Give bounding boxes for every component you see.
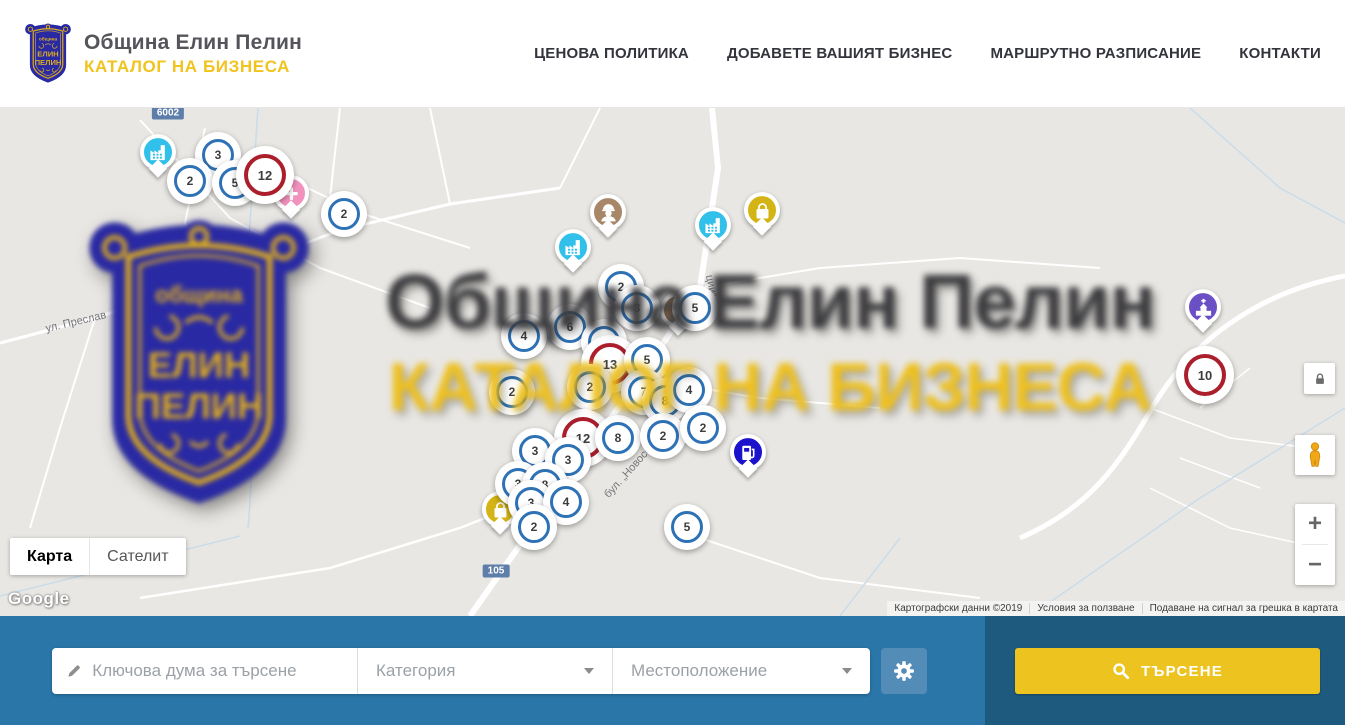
search-button-label: ТЪРСЕНЕ bbox=[1141, 663, 1223, 680]
cluster-marker[interactable]: 2 bbox=[321, 191, 367, 237]
map-canvas[interactable]: 3251222356471352278412822333834251060021… bbox=[0, 108, 1345, 616]
municipality-crest-icon: община ЕЛИН ПЕЛИН bbox=[24, 23, 72, 84]
logo-text: Община Елин Пелин КАТАЛОГ НА БИЗНЕСА bbox=[84, 31, 302, 77]
worker-pin[interactable] bbox=[590, 194, 626, 230]
pencil-icon bbox=[66, 662, 82, 680]
cluster-marker[interactable]: 2 bbox=[567, 364, 613, 410]
map-type-map-button[interactable]: Карта bbox=[10, 538, 89, 575]
keyword-search-input[interactable] bbox=[92, 661, 345, 681]
cluster-count: 4 bbox=[673, 374, 705, 406]
chevron-down-icon bbox=[842, 668, 852, 674]
nav-item-transport-schedule[interactable]: МАРШРУТНО РАЗПИСАНИЕ bbox=[990, 45, 1201, 62]
cluster-count: 5 bbox=[671, 511, 703, 543]
site-title: Община Елин Пелин bbox=[84, 31, 302, 55]
cluster-marker[interactable]: 12 bbox=[236, 146, 294, 204]
zoom-control: + − bbox=[1295, 504, 1335, 585]
map-type-satellite-button[interactable]: Сателит bbox=[89, 538, 185, 575]
factory-pin[interactable] bbox=[555, 229, 591, 265]
cluster-marker[interactable]: 10 bbox=[1176, 346, 1234, 404]
cluster-marker[interactable]: 5 bbox=[672, 285, 718, 331]
cluster-count: 2 bbox=[518, 511, 550, 543]
road-shield-label: 105 bbox=[483, 565, 510, 578]
cluster-count: 4 bbox=[508, 320, 540, 352]
cluster-marker[interactable]: 5 bbox=[664, 504, 710, 550]
bag-pin[interactable] bbox=[744, 192, 780, 228]
cluster-marker[interactable]: 2 bbox=[511, 504, 557, 550]
lock-icon bbox=[1313, 372, 1327, 386]
cluster-count: 2 bbox=[328, 198, 360, 230]
gear-icon bbox=[893, 660, 915, 682]
cluster-marker[interactable]: 3 bbox=[614, 285, 660, 331]
nav-item-add-business[interactable]: ДОБАВЕТЕ ВАШИЯТ БИЗНЕС bbox=[727, 45, 952, 62]
cluster-count: 3 bbox=[621, 292, 653, 324]
street-name-label: ул. Преслав bbox=[44, 309, 107, 335]
map-attribution: Картографски данни ©2019 Условия за полз… bbox=[887, 601, 1345, 616]
cluster-marker[interactable]: 2 bbox=[680, 405, 726, 451]
page: община ЕЛИН ПЕЛИН Община Елин Пелин КАТА… bbox=[0, 0, 1345, 725]
zoom-out-button[interactable]: − bbox=[1295, 545, 1335, 585]
cluster-count: 5 bbox=[679, 292, 711, 324]
crest-text-line2: ПЕЛИН bbox=[35, 58, 62, 67]
cluster-count: 2 bbox=[574, 371, 606, 403]
pegman-icon bbox=[1304, 442, 1326, 468]
cluster-count: 2 bbox=[174, 165, 206, 197]
site-logo[interactable]: община ЕЛИН ПЕЛИН Община Елин Пелин КАТА… bbox=[24, 23, 302, 84]
attribution-copyright: Картографски данни ©2019 bbox=[887, 603, 1029, 614]
main-nav: ЦЕНОВА ПОЛИТИКА ДОБАВЕТЕ ВАШИЯТ БИЗНЕС М… bbox=[534, 45, 1321, 62]
cluster-count: 8 bbox=[602, 422, 634, 454]
header: община ЕЛИН ПЕЛИН Община Елин Пелин КАТА… bbox=[0, 0, 1345, 108]
search-button[interactable]: ТЪРСЕНЕ bbox=[1015, 648, 1320, 694]
cluster-count: 12 bbox=[244, 154, 286, 196]
search-icon bbox=[1112, 662, 1130, 680]
factory-pin[interactable] bbox=[695, 207, 731, 243]
cluster-marker[interactable]: 2 bbox=[640, 413, 686, 459]
nav-item-contacts[interactable]: КОНТАКТИ bbox=[1239, 45, 1321, 62]
road-shield-label: 6002 bbox=[152, 108, 184, 120]
search-bar: Категория Местоположение bbox=[0, 616, 1345, 725]
category-select-value: Категория bbox=[376, 661, 455, 681]
church-pin[interactable] bbox=[1185, 289, 1221, 325]
crest-text-line1: ЕЛИН bbox=[37, 49, 58, 58]
attribution-report-link[interactable]: Подаване на сигнал за грешка в картата bbox=[1142, 603, 1345, 614]
pegman-button[interactable] bbox=[1295, 435, 1335, 475]
map-type-control: Карта Сателит bbox=[10, 538, 186, 575]
map-markers: 3251222356471352278412822333834251060021… bbox=[0, 108, 1345, 616]
cluster-count: 2 bbox=[647, 420, 679, 452]
attribution-terms-link[interactable]: Условия за ползване bbox=[1029, 603, 1141, 614]
factory-pin[interactable] bbox=[140, 134, 176, 170]
zoom-in-button[interactable]: + bbox=[1295, 504, 1335, 544]
cluster-count: 10 bbox=[1184, 354, 1226, 396]
search-fields: Категория Местоположение bbox=[52, 648, 870, 694]
cluster-marker[interactable]: 4 bbox=[501, 313, 547, 359]
cluster-marker[interactable]: 2 bbox=[489, 369, 535, 415]
cluster-count: 2 bbox=[687, 412, 719, 444]
site-subtitle: КАТАЛОГ НА БИЗНЕСА bbox=[84, 57, 302, 77]
category-select[interactable]: Категория bbox=[357, 648, 612, 694]
advanced-settings-button[interactable] bbox=[881, 648, 927, 694]
keyword-section bbox=[52, 648, 357, 694]
cluster-marker[interactable]: 8 bbox=[595, 415, 641, 461]
cluster-count: 4 bbox=[550, 486, 582, 518]
fuel-pin[interactable] bbox=[730, 434, 766, 470]
cluster-count: 2 bbox=[496, 376, 528, 408]
location-select-value: Местоположение bbox=[631, 661, 767, 681]
nav-item-pricing[interactable]: ЦЕНОВА ПОЛИТИКА bbox=[534, 45, 689, 62]
google-logo[interactable]: Google bbox=[8, 589, 70, 609]
lock-button[interactable] bbox=[1304, 363, 1335, 394]
chevron-down-icon bbox=[584, 668, 594, 674]
cluster-marker[interactable]: 2 bbox=[167, 158, 213, 204]
location-select[interactable]: Местоположение bbox=[612, 648, 870, 694]
